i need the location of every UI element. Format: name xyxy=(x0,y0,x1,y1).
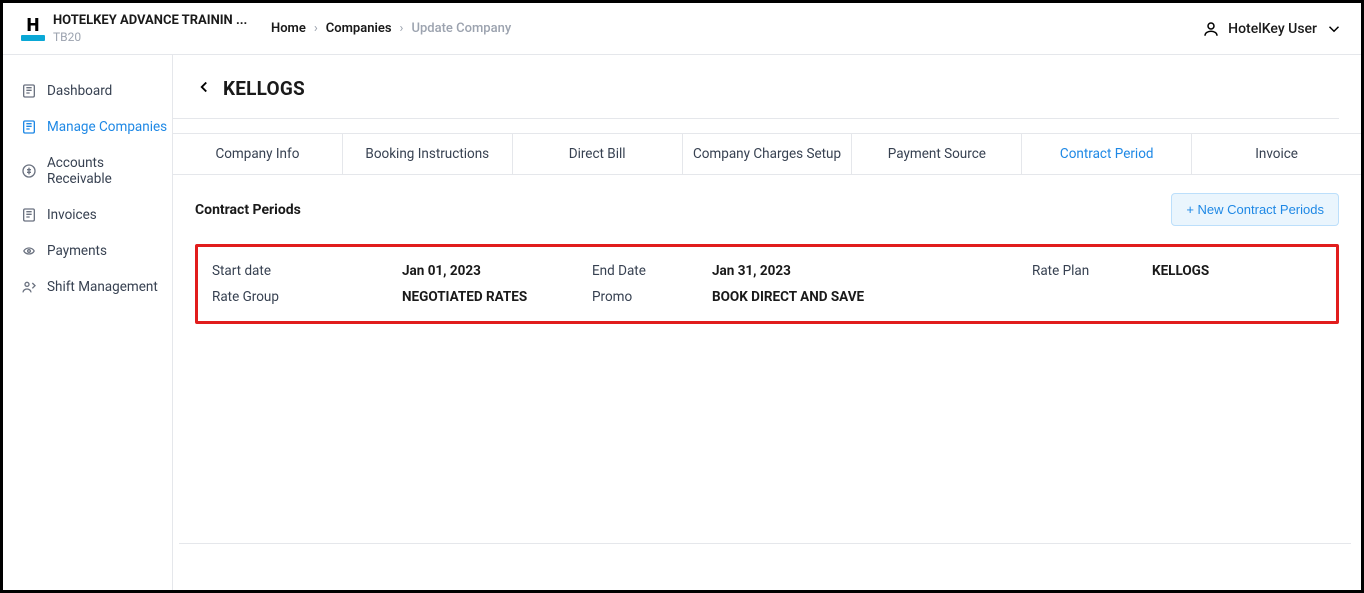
tabs: Company Info Booking Instructions Direct… xyxy=(173,133,1361,175)
sidebar-item-payments[interactable]: Payments xyxy=(21,233,172,269)
footer-divider xyxy=(179,543,1351,544)
tab-direct-bill[interactable]: Direct Bill xyxy=(513,134,683,174)
user-icon xyxy=(1202,20,1220,38)
brand-subtitle: TB20 xyxy=(53,30,247,44)
sidebar-item-label: Manage Companies xyxy=(47,119,167,135)
dashboard-icon xyxy=(21,83,37,99)
user-menu[interactable]: HotelKey User xyxy=(1202,20,1343,38)
brand-title: HOTELKEY ADVANCE TRAININ ... xyxy=(53,13,247,28)
payments-icon xyxy=(21,243,37,259)
breadcrumb-current: Update Company xyxy=(411,21,511,36)
companies-icon xyxy=(21,119,37,135)
sidebar-item-accounts-receivable[interactable]: Accounts Receivable xyxy=(21,145,172,197)
tab-booking-instructions[interactable]: Booking Instructions xyxy=(343,134,513,174)
sidebar-item-label: Dashboard xyxy=(47,83,112,99)
breadcrumb-home[interactable]: Home xyxy=(271,21,306,36)
value-start-date: Jan 01, 2023 xyxy=(402,263,592,279)
sidebar-item-label: Invoices xyxy=(47,207,97,223)
label-rate-group: Rate Group xyxy=(212,289,402,305)
tab-company-info[interactable]: Company Info xyxy=(173,134,343,174)
tab-company-charges-setup[interactable]: Company Charges Setup xyxy=(683,134,853,174)
breadcrumb-companies[interactable]: Companies xyxy=(326,21,392,36)
back-button[interactable] xyxy=(195,78,213,100)
tab-payment-source[interactable]: Payment Source xyxy=(852,134,1022,174)
sidebar-item-invoices[interactable]: Invoices xyxy=(21,197,172,233)
chevron-right-icon: › xyxy=(400,21,404,36)
receivable-icon xyxy=(21,163,37,179)
sidebar-item-label: Payments xyxy=(47,243,107,259)
label-end-date: End Date xyxy=(592,263,712,279)
value-rate-group: NEGOTIATED RATES xyxy=(402,289,592,305)
breadcrumb: Home › Companies › Update Company xyxy=(271,21,511,36)
section-title: Contract Periods xyxy=(195,202,301,218)
label-start-date: Start date xyxy=(212,263,402,279)
sidebar-item-label: Accounts Receivable xyxy=(47,155,172,187)
value-end-date: Jan 31, 2023 xyxy=(712,263,1032,279)
chevron-down-icon xyxy=(1325,20,1343,38)
chevron-right-icon: › xyxy=(314,21,318,36)
user-name: HotelKey User xyxy=(1228,21,1317,37)
brand-logo: H xyxy=(21,15,45,43)
sidebar-item-shift-management[interactable]: Shift Management xyxy=(21,269,172,305)
label-promo: Promo xyxy=(592,289,712,305)
tab-contract-period[interactable]: Contract Period xyxy=(1022,134,1192,174)
shift-icon xyxy=(21,279,37,295)
contract-period-card[interactable]: Start date Jan 01, 2023 End Date Jan 31,… xyxy=(195,244,1339,324)
label-rate-plan: Rate Plan xyxy=(1032,263,1152,279)
value-rate-plan: KELLOGS xyxy=(1152,263,1209,279)
tab-invoice[interactable]: Invoice xyxy=(1192,134,1361,174)
sidebar: Dashboard Manage Companies Accounts Rece… xyxy=(3,55,173,590)
new-contract-periods-button[interactable]: + New Contract Periods xyxy=(1171,193,1339,226)
brand: H HOTELKEY ADVANCE TRAININ ... TB20 xyxy=(21,13,271,44)
sidebar-item-dashboard[interactable]: Dashboard xyxy=(21,73,172,109)
sidebar-item-label: Shift Management xyxy=(47,279,158,295)
page-title: KELLOGS xyxy=(223,77,305,100)
invoices-icon xyxy=(21,207,37,223)
sidebar-item-manage-companies[interactable]: Manage Companies xyxy=(21,109,172,145)
chevron-left-icon xyxy=(195,78,213,96)
value-promo: BOOK DIRECT AND SAVE xyxy=(712,289,1032,305)
